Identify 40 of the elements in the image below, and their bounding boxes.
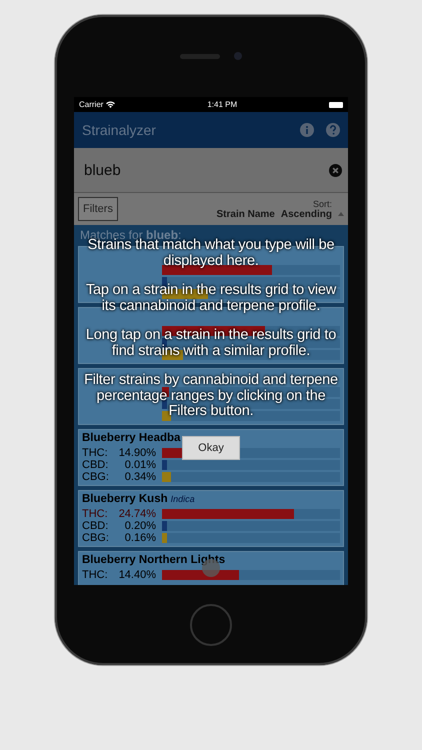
cannabinoid-label: THC: (82, 569, 109, 582)
search-field[interactable]: blueb (74, 148, 348, 193)
percentage-value: 14.90% (118, 446, 157, 459)
cannabinoid-label: CBD: (82, 520, 110, 532)
wifi-icon (106, 101, 116, 108)
camera-lens (234, 52, 242, 60)
home-button[interactable] (190, 604, 232, 646)
tutorial-text: Strains that match what you type will be displayed here. (88, 238, 336, 269)
strain-card[interactable]: Blueberry Northern Lights THC: 14.40% (78, 551, 344, 585)
info-icon[interactable] (300, 123, 314, 137)
app-title: Strainalyzer (82, 122, 157, 138)
cannabinoid-label: THC: (82, 446, 109, 459)
cannabinoid-label: THC: (82, 508, 109, 520)
caret-icon[interactable] (338, 212, 344, 216)
help-icon[interactable] (326, 123, 340, 137)
carrier-label: Carrier (79, 100, 104, 109)
percentage-value: 0.20% (124, 520, 157, 532)
battery-icon (329, 102, 343, 108)
cannabinoid-label: CBG: (82, 532, 110, 544)
strain-card[interactable]: Blueberry Kush Indica THC: 24.74% CBD: 0.20% CBG: 0.16% (78, 490, 344, 547)
percentage-value: 24.74% (118, 508, 157, 520)
strain-name: Blueberry Northern Lights (82, 554, 226, 566)
strain-name: Blueberry Kush (82, 493, 168, 505)
sort-order-picker[interactable]: Ascending (280, 208, 332, 220)
speaker-grille (180, 54, 220, 58)
status-time: 1:41 PM (207, 100, 238, 109)
okay-button[interactable]: Okay (182, 436, 240, 460)
percentage-value: 0.16% (124, 532, 157, 544)
percentage-value: 14.40% (118, 569, 157, 582)
strain-type: Indica (170, 494, 195, 504)
clear-icon[interactable] (329, 164, 342, 176)
tutorial-text: Filter strains by cannabinoid and terpene percentage ranges by clicking on the Filters button. (83, 373, 339, 420)
sort-label: Sort: (312, 198, 333, 208)
percentage-value: 0.01% (124, 458, 157, 471)
cannabinoid-label: CBD: (82, 458, 110, 471)
cannabinoid-label: CBG: (82, 470, 110, 483)
filters-button[interactable]: Filters (78, 197, 118, 221)
sort-field-picker[interactable]: Strain Name (216, 208, 275, 220)
strain-name: Blueberry Headba (82, 432, 180, 444)
percentage-value: 0.34% (124, 470, 157, 483)
